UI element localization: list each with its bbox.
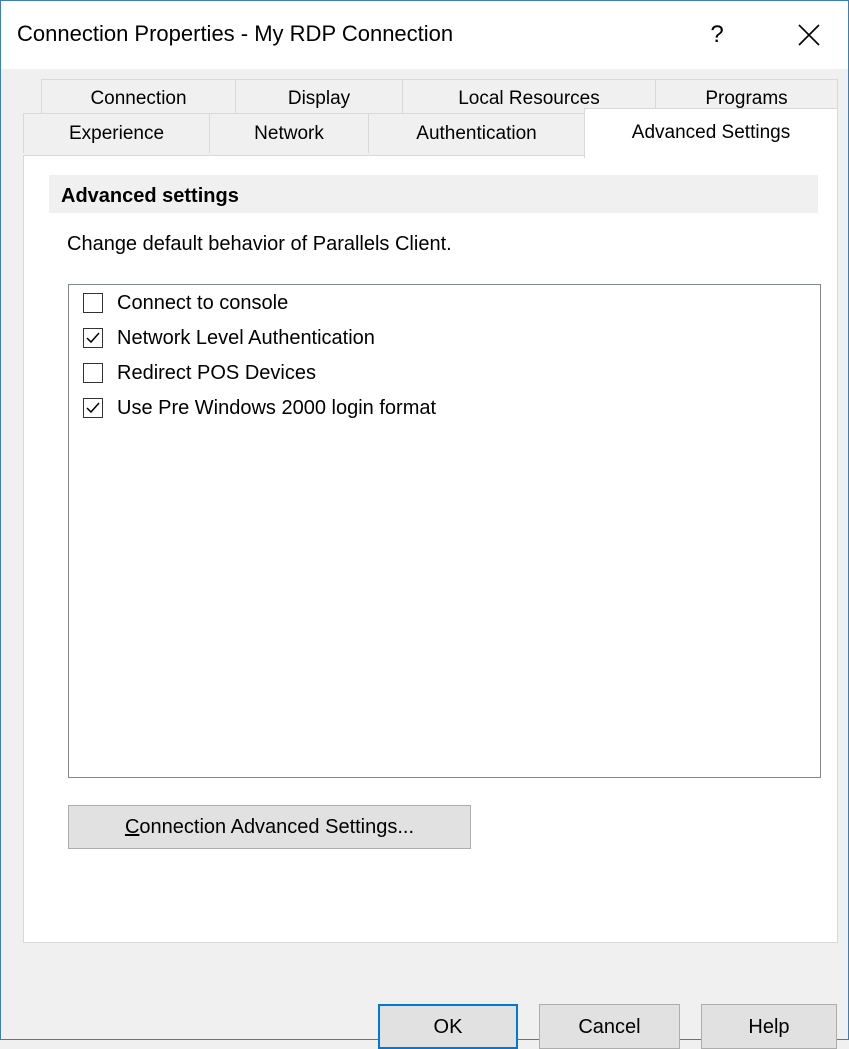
- help-title-button[interactable]: ?: [694, 11, 740, 59]
- tab-authentication[interactable]: Authentication: [368, 113, 585, 153]
- option-pre-windows-2000-login[interactable]: Use Pre Windows 2000 login format: [83, 394, 436, 422]
- option-connect-to-console[interactable]: Connect to console: [83, 289, 288, 317]
- close-icon: [798, 24, 820, 46]
- window-title: Connection Properties - My RDP Connectio…: [17, 21, 454, 46]
- checkmark-icon: [86, 402, 100, 414]
- tab-experience[interactable]: Experience: [23, 113, 210, 153]
- checkbox[interactable]: [83, 363, 103, 383]
- ok-button[interactable]: OK: [378, 1004, 518, 1049]
- option-label: Use Pre Windows 2000 login format: [117, 396, 437, 419]
- title-bar: Connection Properties - My RDP Connectio…: [1, 1, 848, 69]
- dialog-window: Connection Properties - My RDP Connectio…: [0, 0, 849, 1049]
- mnemonic-letter: C: [124, 816, 140, 838]
- help-button[interactable]: Help: [701, 1004, 837, 1049]
- checkbox[interactable]: [83, 328, 103, 348]
- option-redirect-pos-devices[interactable]: Redirect POS Devices: [83, 359, 316, 387]
- option-label: Redirect POS Devices: [117, 361, 316, 384]
- tab-display[interactable]: Display: [235, 79, 403, 113]
- option-label: Network Level Authentication: [117, 326, 375, 349]
- section-description: Change default behavior of Parallels Cli…: [67, 233, 452, 255]
- checkbox[interactable]: [83, 398, 103, 418]
- close-button[interactable]: [786, 13, 834, 59]
- tab-connection[interactable]: Connection: [41, 79, 236, 113]
- help-icon: ?: [710, 21, 724, 48]
- button-label: onnection Advanced Settings...: [139, 816, 415, 838]
- connection-advanced-settings-button[interactable]: Connection Advanced Settings...: [68, 805, 471, 849]
- checkbox[interactable]: [83, 293, 103, 313]
- option-network-level-authentication[interactable]: Network Level Authentication: [83, 324, 375, 352]
- option-label: Connect to console: [117, 291, 289, 314]
- tab-network[interactable]: Network: [209, 113, 369, 153]
- section-header: Advanced settings: [49, 175, 818, 213]
- options-listbox[interactable]: Connect to console Network Level Authent…: [68, 284, 821, 778]
- checkmark-icon: [86, 332, 100, 344]
- cancel-button[interactable]: Cancel: [539, 1004, 680, 1049]
- tab-advanced-settings[interactable]: Advanced Settings: [584, 108, 838, 158]
